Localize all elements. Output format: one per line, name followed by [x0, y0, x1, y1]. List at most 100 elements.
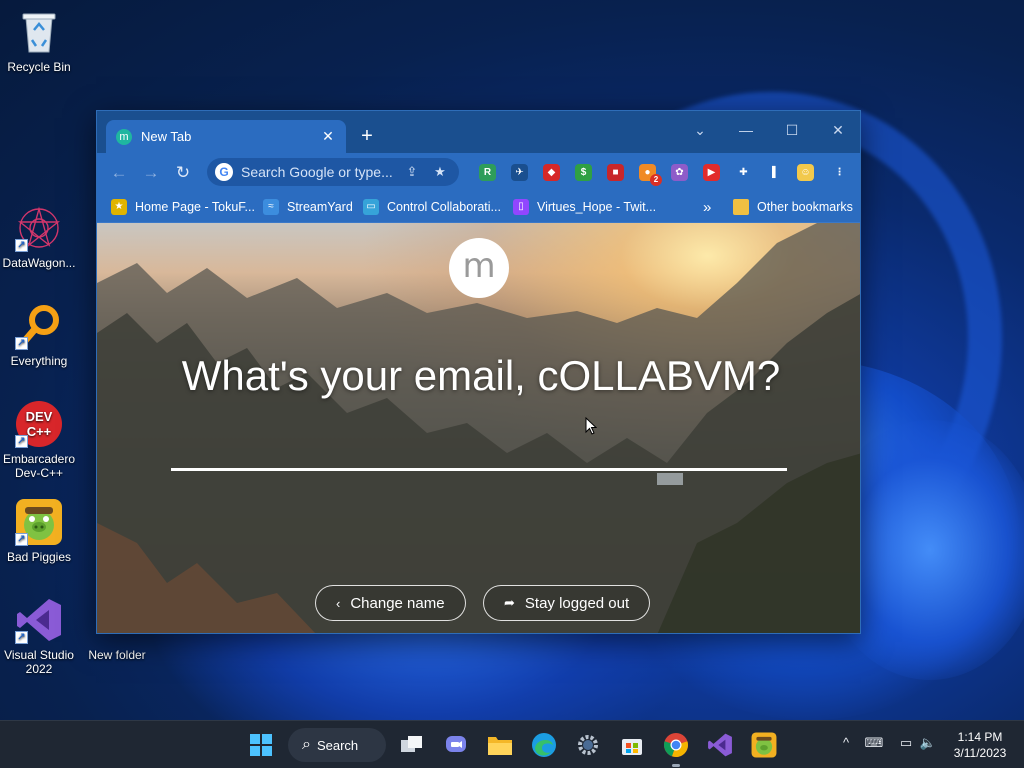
bookmark-label: StreamYard: [287, 200, 353, 214]
profile-avatar-icon[interactable]: ☺: [797, 164, 814, 181]
bad-piggies-taskbar-button[interactable]: [748, 729, 780, 761]
taskbar-search[interactable]: ⌕ Search: [288, 728, 386, 762]
extension-youtube-icon[interactable]: ▶: [703, 164, 720, 181]
address-bar[interactable]: G Search Google or type... ⇪ ★: [207, 158, 459, 186]
file-explorer-button[interactable]: [484, 729, 516, 761]
browser-window: m New Tab ✕ + ⌄ — ☐ ✕ ← → ↻ G Search Goo…: [96, 110, 861, 634]
chat-button[interactable]: [440, 729, 472, 761]
share-icon[interactable]: ⇪: [401, 164, 423, 180]
desktop-icon-everything[interactable]: ↗ Everything: [0, 302, 78, 368]
tab-title: New Tab: [141, 129, 192, 144]
bookmarks-overflow-icon[interactable]: »: [703, 198, 711, 216]
other-bookmarks-button[interactable]: Other bookmarks: [733, 198, 853, 216]
visual-studio-icon: ↗: [15, 596, 63, 644]
store-icon: [622, 739, 642, 755]
email-input[interactable]: [171, 423, 787, 467]
bookmark-label: Home Page - TokuF...: [135, 200, 255, 214]
desktop-icon-label: New folder: [88, 648, 146, 662]
share-arrow-icon: ➦: [504, 595, 515, 610]
bookmark-star-icon[interactable]: ★: [429, 164, 451, 180]
desktop-icon-label: Visual Studio 2022: [4, 648, 74, 676]
extension-orange-icon[interactable]: ● 2: [639, 164, 662, 186]
task-view-button[interactable]: [396, 729, 428, 761]
shortcut-arrow-icon: ↗: [15, 435, 28, 448]
desktop-icon-label: Recycle Bin: [7, 60, 71, 74]
desktop-icon-label: Embarcadero Dev-C++: [2, 452, 76, 480]
bookmark-label: Virtues_Hope - Twit...: [537, 200, 657, 214]
extension-purple-icon[interactable]: ✿: [671, 164, 688, 181]
close-window-button[interactable]: ✕: [815, 115, 860, 145]
keyboard-icon[interactable]: ⌨: [864, 735, 884, 751]
desktop-icon-devcpp[interactable]: DEV C++ ↗ Embarcadero Dev-C++: [0, 400, 78, 480]
extension-dollar-icon[interactable]: $: [575, 164, 592, 181]
store-button[interactable]: [616, 729, 648, 761]
other-bookmarks-label: Other bookmarks: [757, 200, 853, 214]
bookmark-favicon-icon: ≈: [263, 199, 279, 215]
desktop-icon-bad-piggies[interactable]: ↗ Bad Piggies: [0, 498, 78, 564]
bookmark-tokuf[interactable]: ★ Home Page - TokuF...: [111, 198, 255, 216]
shortcut-arrow-icon: ↗: [15, 631, 28, 644]
change-name-button[interactable]: ‹ Change name: [315, 585, 466, 621]
forward-button[interactable]: →: [139, 161, 163, 185]
bad-piggies-icon: [751, 732, 777, 758]
tab-favicon-icon: m: [116, 128, 132, 145]
taskbar-clock[interactable]: 1:14 PM 3/11/2023: [948, 729, 1012, 761]
chat-icon: [446, 736, 466, 752]
google-icon: G: [215, 163, 233, 181]
tab-close-icon[interactable]: ✕: [320, 128, 336, 145]
desktop-icon-label: Bad Piggies: [6, 550, 72, 564]
folder-icon: [733, 199, 749, 215]
reload-button[interactable]: ↻: [171, 161, 195, 185]
edge-button[interactable]: [528, 729, 560, 761]
bookmark-control-collaboration[interactable]: ▭ Control Collaborati...: [363, 198, 501, 216]
side-panel-icon[interactable]: ▌: [767, 164, 784, 181]
show-hidden-icons-chevron-icon[interactable]: ^: [836, 735, 856, 750]
desktop-icon-label: DataWagon...: [2, 256, 76, 270]
everything-search-icon: ↗: [15, 302, 63, 350]
running-indicator: [672, 764, 680, 767]
start-button[interactable]: [245, 729, 277, 761]
folder-icon: [488, 737, 512, 755]
chrome-button[interactable]: [660, 729, 692, 767]
chevron-left-icon: ‹: [336, 595, 341, 611]
back-button[interactable]: ←: [107, 161, 131, 185]
email-prompt-heading: What's your email, cOLLABVM?: [181, 352, 781, 399]
clock-date: 3/11/2023: [953, 746, 1007, 760]
bookmark-streamyard[interactable]: ≈ StreamYard: [263, 198, 353, 216]
desktop-icon-datawagon[interactable]: ↗ DataWagon...: [0, 204, 78, 270]
extension-green-icon[interactable]: R: [479, 164, 496, 181]
mouse-cursor-icon: [585, 417, 597, 435]
chrome-icon: [664, 733, 688, 757]
extension-red-shield-icon[interactable]: ◆: [543, 164, 560, 181]
network-icon[interactable]: ▭: [896, 735, 916, 751]
bookmark-twitch[interactable]: ▯ Virtues_Hope - Twit...: [513, 198, 656, 216]
bookmark-favicon-icon: ▯: [513, 199, 529, 215]
minimize-button[interactable]: —: [723, 115, 769, 145]
svg-text:C++: C++: [27, 424, 52, 439]
desktop-icon-visual-studio[interactable]: ↗ Visual Studio 2022: [0, 596, 78, 676]
visual-studio-icon: [708, 733, 732, 757]
extension-red-square-icon[interactable]: ■: [607, 164, 624, 181]
visual-studio-taskbar-button[interactable]: [704, 729, 736, 761]
extension-badge-count: 2: [650, 174, 662, 186]
new-tab-button[interactable]: +: [355, 125, 379, 149]
menu-kebab-icon[interactable]: ⋮: [831, 164, 848, 181]
bookmark-favicon-icon: ★: [111, 199, 127, 215]
extensions-puzzle-icon[interactable]: ✚: [735, 164, 752, 181]
settings-button[interactable]: [572, 729, 604, 761]
bad-piggies-icon: ↗: [15, 498, 63, 546]
extension-feather-icon[interactable]: ✈: [511, 164, 528, 181]
maximize-button[interactable]: ☐: [769, 115, 815, 145]
new-tab-page: m What's your email, cOLLABVM? ‹ Change …: [97, 223, 860, 633]
bookmarks-bar: ★ Home Page - TokuF... ≈ StreamYard ▭ Co…: [97, 191, 860, 223]
tab-search-chevron-icon[interactable]: ⌄: [677, 115, 723, 145]
desktop-icon-recycle-bin[interactable]: Recycle Bin: [0, 8, 78, 74]
windows-logo-icon: [250, 734, 272, 756]
volume-icon[interactable]: 🔈: [918, 735, 938, 751]
devcpp-icon: DEV C++ ↗: [15, 400, 63, 448]
tab-new-tab[interactable]: m New Tab ✕: [106, 120, 346, 153]
stay-logged-out-label: Stay logged out: [524, 594, 630, 612]
shortcut-arrow-icon: ↗: [15, 533, 28, 546]
shortcut-arrow-icon: ↗: [15, 239, 28, 252]
stay-logged-out-button[interactable]: ➦ Stay logged out: [483, 585, 651, 621]
